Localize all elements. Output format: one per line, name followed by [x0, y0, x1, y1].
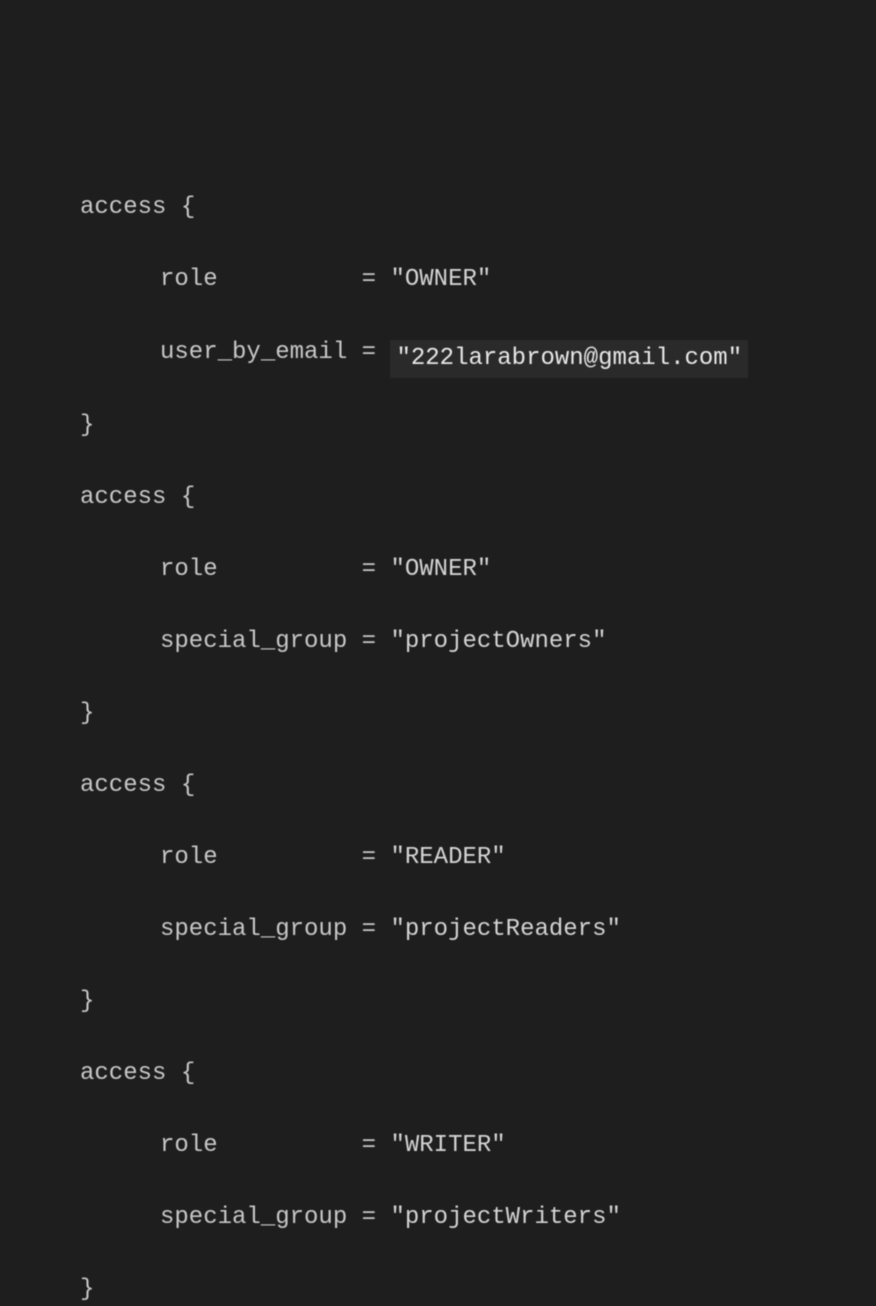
- prop-key: role: [160, 844, 218, 871]
- string-literal: "projectWriters": [390, 1204, 620, 1231]
- code-line: }: [0, 1272, 876, 1306]
- code-line: access {: [0, 480, 876, 516]
- prop-key: special_group: [160, 1204, 347, 1231]
- code-line: role = "READER": [0, 840, 876, 876]
- prop-key: role: [160, 556, 218, 583]
- code-line: role = "OWNER": [0, 552, 876, 588]
- code-line: user_by_email = "222larabrown@gmail.com": [0, 334, 876, 372]
- code-line: special_group = "projectWriters": [0, 1200, 876, 1236]
- access-keyword: access: [80, 484, 166, 511]
- string-literal: "projectOwners": [390, 628, 606, 655]
- code-line: special_group = "projectReaders": [0, 912, 876, 948]
- prop-key: role: [160, 1132, 218, 1159]
- string-literal: "WRITER": [390, 1132, 505, 1159]
- code-editor-content: access { role = "OWNER" user_by_email = …: [0, 154, 876, 1306]
- code-line: }: [0, 696, 876, 732]
- prop-key: special_group: [160, 628, 347, 655]
- code-line: role = "WRITER": [0, 1128, 876, 1164]
- code-line: role = "OWNER": [0, 262, 876, 298]
- code-line: }: [0, 408, 876, 444]
- code-line: access {: [0, 190, 876, 226]
- prop-key: user_by_email: [160, 339, 347, 366]
- prop-key: role: [160, 266, 218, 293]
- access-keyword: access: [80, 194, 166, 221]
- code-line: access {: [0, 1056, 876, 1092]
- string-literal: "OWNER": [390, 556, 491, 583]
- prop-key: special_group: [160, 916, 347, 943]
- code-line: special_group = "projectOwners": [0, 624, 876, 660]
- string-literal: "OWNER": [390, 266, 491, 293]
- highlighted-value: "222larabrown@gmail.com": [390, 340, 748, 378]
- string-literal: "READER": [390, 844, 505, 871]
- code-line: }: [0, 984, 876, 1020]
- access-keyword: access: [80, 772, 166, 799]
- string-literal: "projectReaders": [390, 916, 620, 943]
- access-keyword: access: [80, 1060, 166, 1087]
- code-line: access {: [0, 768, 876, 804]
